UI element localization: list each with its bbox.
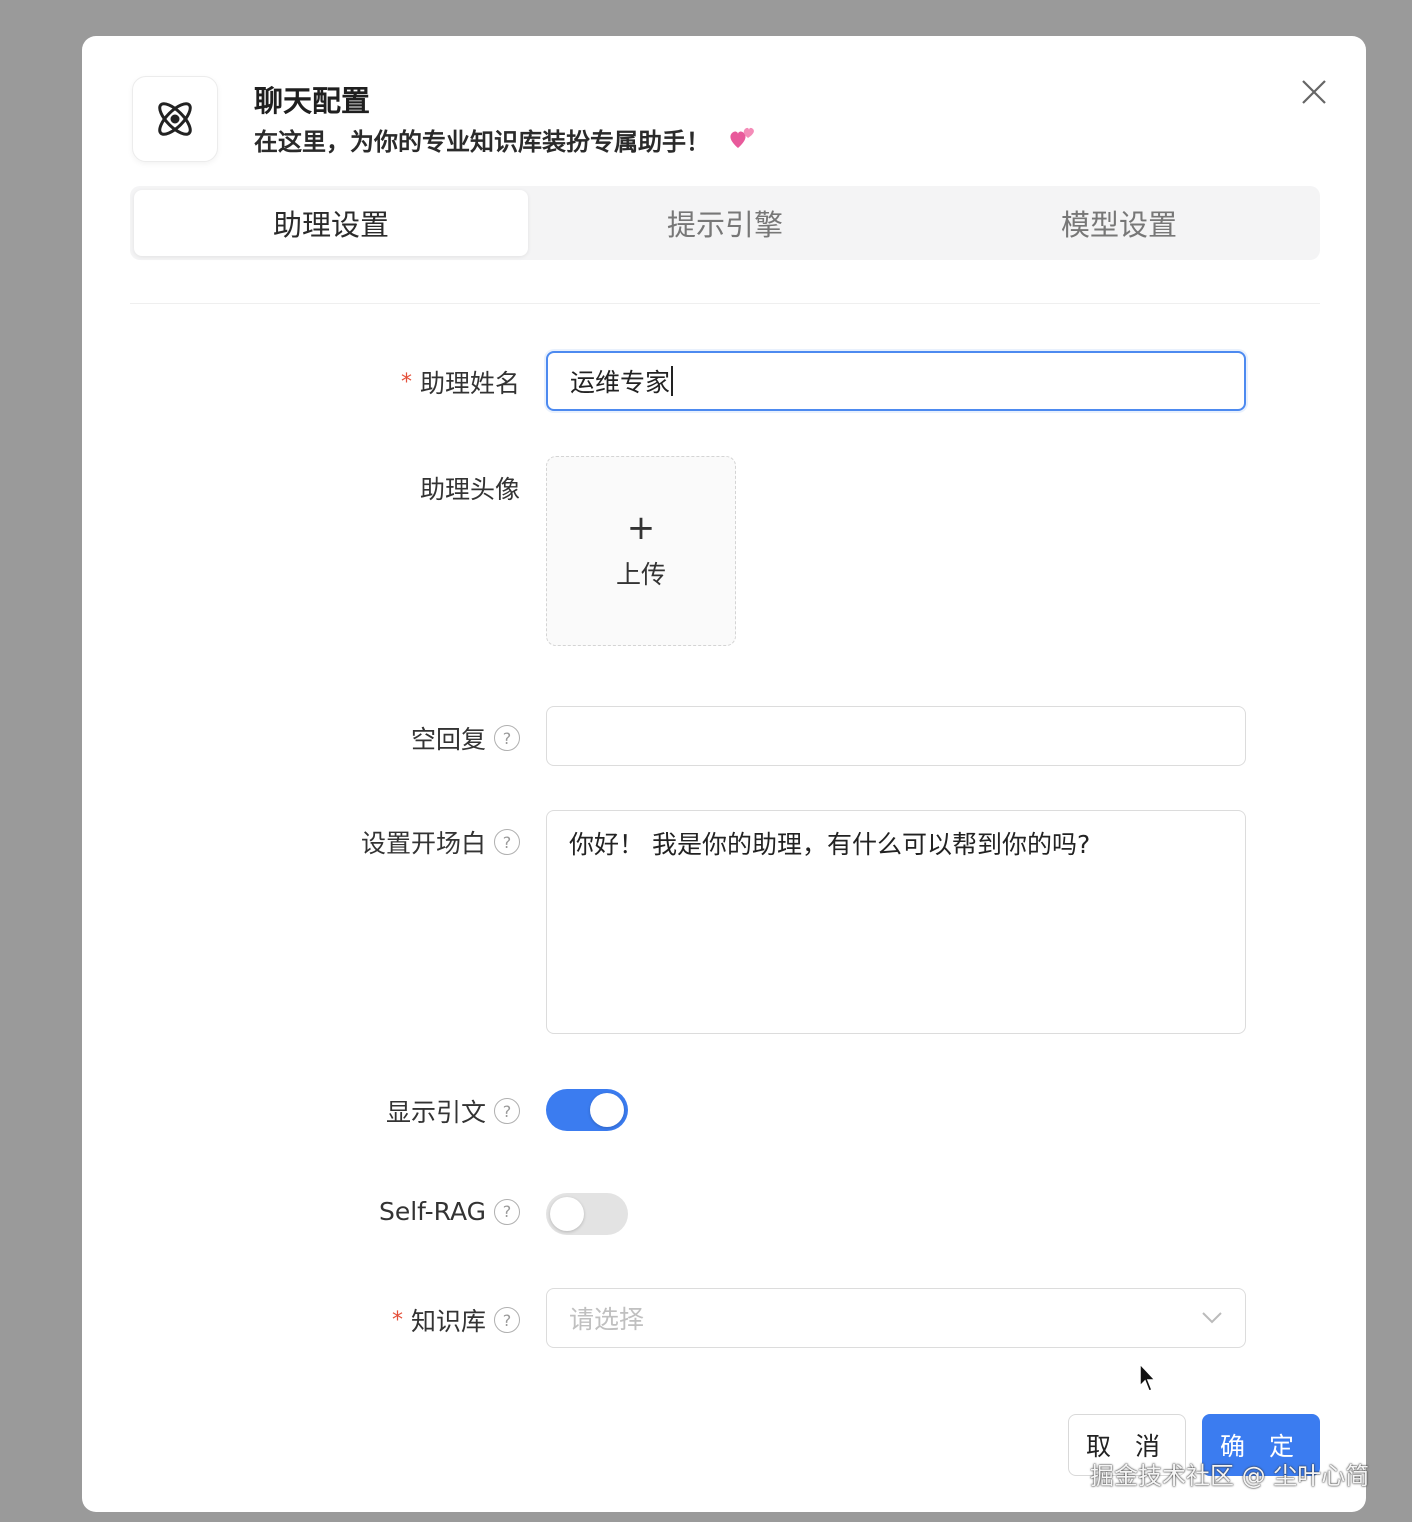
knowledge-base-placeholder: 请选择: [569, 1305, 645, 1334]
opening-textarea[interactable]: 你好！ 我是你的助理，有什么可以帮到你的吗?: [546, 810, 1246, 1034]
tab-model-settings[interactable]: 模型设置: [922, 190, 1316, 256]
empty-reply-label-text: 空回复: [410, 725, 486, 754]
help-icon[interactable]: ?: [494, 1198, 520, 1225]
help-icon[interactable]: ?: [494, 725, 520, 751]
help-icon[interactable]: ?: [494, 829, 520, 855]
knowledge-base-label: * 知识库 ?: [392, 1302, 520, 1338]
avatar-upload[interactable]: + 上传: [546, 456, 736, 646]
tab-bar: 助理设置 提示引擎 模型设置: [130, 186, 1320, 260]
divider: [130, 303, 1320, 304]
tab-prompt-engine[interactable]: 提示引擎: [528, 190, 922, 256]
dialog-title: 聊天配置: [254, 84, 371, 118]
atom-icon: [132, 76, 218, 162]
tab-assistant-settings[interactable]: 助理设置: [134, 190, 528, 256]
knowledge-base-select[interactable]: 请选择: [546, 1288, 1246, 1348]
self-rag-toggle[interactable]: [546, 1193, 628, 1235]
close-button[interactable]: [1294, 72, 1334, 112]
chevron-down-icon: [1202, 1312, 1222, 1324]
required-mark: *: [400, 369, 412, 395]
opening-label-text: 设置开场白: [360, 829, 486, 858]
toggle-knob: [590, 1093, 624, 1127]
watermark: 掘金技术社区 @ 尘叶心简: [1090, 1462, 1370, 1490]
text-caret: [671, 366, 674, 396]
assistant-name-value: 运维专家: [570, 368, 671, 397]
assistant-name-input[interactable]: 运维专家: [546, 351, 1246, 411]
assistant-name-label-text: 助理姓名: [419, 369, 520, 398]
dialog-subtitle: 在这里，为你的专业知识库装扮专属助手！: [254, 122, 756, 157]
plus-icon: +: [626, 508, 656, 548]
mouse-cursor-icon: [1138, 1362, 1158, 1398]
avatar-label: 助理头像: [420, 470, 520, 506]
assistant-name-label: * 助理姓名: [401, 364, 520, 400]
self-rag-label-text: Self-RAG: [378, 1197, 486, 1226]
chat-config-dialog: 聊天配置 在这里，为你的专业知识库装扮专属助手！ 助理设置 提示引擎 模型设置 …: [82, 36, 1366, 1512]
dialog-subtitle-text: 在这里，为你的专业知识库装扮专属助手！: [254, 128, 710, 156]
close-icon: [1302, 80, 1326, 104]
toggle-knob: [550, 1197, 584, 1231]
empty-reply-input[interactable]: [546, 706, 1246, 766]
help-icon[interactable]: ?: [494, 1098, 520, 1124]
knowledge-base-label-text: 知识库: [410, 1307, 486, 1336]
avatar-label-text: 助理头像: [419, 475, 520, 504]
show-citation-label-text: 显示引文: [385, 1098, 486, 1127]
upload-label: 上传: [615, 560, 666, 589]
show-citation-label: 显示引文 ?: [386, 1093, 520, 1129]
help-icon[interactable]: ?: [494, 1307, 520, 1333]
opening-label: 设置开场白 ?: [361, 824, 520, 860]
self-rag-label: Self-RAG ?: [379, 1197, 520, 1226]
hearts-icon: [728, 124, 756, 156]
opening-value: 你好！ 我是你的助理，有什么可以帮到你的吗?: [569, 830, 1091, 859]
required-mark: *: [391, 1307, 403, 1333]
show-citation-toggle[interactable]: [546, 1089, 628, 1131]
empty-reply-label: 空回复 ?: [411, 720, 520, 756]
